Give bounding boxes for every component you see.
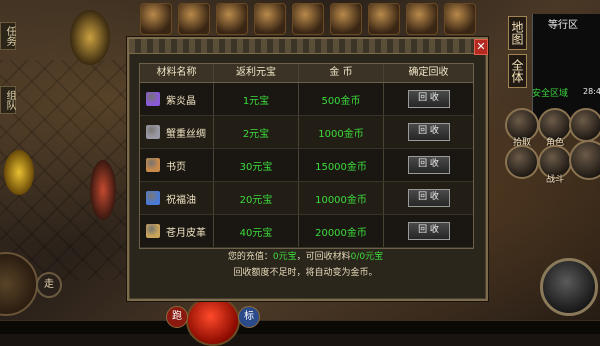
recycle-cell: 回 收 xyxy=(384,83,473,115)
skill-slot-button[interactable] xyxy=(505,145,539,179)
attack-button[interactable] xyxy=(540,258,598,316)
blessing-oil-icon xyxy=(146,191,160,205)
minimap-coordinates: 28:4 xyxy=(583,87,600,96)
bottom-status-bar xyxy=(0,320,600,334)
role-button[interactable]: 角色 xyxy=(538,108,572,148)
hp-orb xyxy=(186,296,240,346)
header-confirm-recycle: 确定回收 xyxy=(408,67,449,78)
recycle-cell: 回 收 xyxy=(384,182,473,214)
book-page-icon xyxy=(146,158,160,172)
recycle-footer: 您的充值：0元宝，可回收材料0/0元宝 回收额度不足时，将自动变为金币。 xyxy=(139,249,472,289)
material-cell: 紫炎晶 xyxy=(140,83,214,115)
panel-ornament xyxy=(129,39,486,54)
gold-value: 10000金币 xyxy=(299,182,384,214)
close-button[interactable]: ✕ xyxy=(474,39,488,55)
gold-value: 15000金币 xyxy=(299,149,384,181)
rebate-value: 2元宝 xyxy=(214,116,299,148)
function-icon[interactable] xyxy=(406,3,438,35)
table-body: 紫炎晶 1元宝 500金币回 收蟹重丝绸 2元宝 1000金币回 收书页 30元宝 1500… xyxy=(140,83,473,248)
npc-character xyxy=(70,10,110,65)
material-cell: 祝福油 xyxy=(140,182,214,214)
material-name: 书页 xyxy=(166,161,186,173)
recycle-table: 材料名称 返利元宝 金 币 确定回收 紫炎晶 1元宝 500金币回 收蟹重丝绸 2元宝… xyxy=(139,63,474,249)
table-row: 蟹重丝绸 2元宝 1000金币 回 收 xyxy=(140,116,473,149)
recycle-cell: 回 收 xyxy=(384,149,473,181)
rebate-value: 30元宝 xyxy=(214,149,299,181)
side-tab-tasks[interactable]: 任务 xyxy=(0,22,16,50)
header-rebate: 返利元宝 xyxy=(214,64,299,82)
header-material-name: 材料名称 xyxy=(140,64,214,82)
recycle-note: 回收额度不足时，将自动变为金币。 xyxy=(233,268,378,278)
material-name: 苍月皮革 xyxy=(166,227,206,239)
material-cell: 蟹重丝绸 xyxy=(140,116,214,148)
function-icon[interactable] xyxy=(368,3,400,35)
combat-label: 战斗 xyxy=(545,175,564,185)
table-row: 书页 30元宝 15000金币 回 收 xyxy=(140,149,473,182)
recycle-cell: 回 收 xyxy=(384,116,473,148)
material-recycle-panel: ✕ 材料名称 返利元宝 金 币 确定回收 紫炎晶 1元宝 500金币回 收蟹重丝绸 2… xyxy=(127,37,488,301)
recharge-summary: 您的充值：0元宝，可回收材料0/0元宝 xyxy=(139,249,472,265)
function-icon[interactable] xyxy=(292,3,324,35)
side-tab-team[interactable]: 组队 xyxy=(0,86,16,114)
function-icon[interactable] xyxy=(330,3,362,35)
silk-icon xyxy=(146,125,160,139)
material-cell: 书页 xyxy=(140,149,214,181)
recharge-label: 您的充值： xyxy=(227,252,273,262)
npc-character xyxy=(4,150,34,195)
run-mode-button[interactable]: 跑 xyxy=(166,306,188,328)
material-name: 祝福油 xyxy=(166,194,196,206)
map-tabs: 地图 全体 xyxy=(508,16,532,92)
recycle-button[interactable]: 回 收 xyxy=(407,222,450,240)
purple-crystal-icon xyxy=(146,92,160,106)
pickup-button[interactable]: 拾取 xyxy=(505,108,539,148)
material-cell: 苍月皮革 xyxy=(140,215,214,247)
tab-map[interactable]: 地图 xyxy=(508,16,527,50)
material-name: 紫炎晶 xyxy=(166,95,196,107)
recycle-value: 0/0元宝 xyxy=(350,252,384,262)
function-icon[interactable] xyxy=(254,3,286,35)
rebate-value: 40元宝 xyxy=(214,215,299,247)
function-icon[interactable] xyxy=(444,3,476,35)
material-name: 蟹重丝绸 xyxy=(166,128,206,140)
recycle-button[interactable]: 回 收 xyxy=(407,123,450,141)
recycle-button[interactable]: 回 收 xyxy=(407,156,450,174)
header-gold: 金 币 xyxy=(299,64,384,82)
table-row: 紫炎晶 1元宝 500金币 回 收 xyxy=(140,83,473,116)
recycle-button[interactable]: 回 收 xyxy=(407,90,450,108)
recharge-value: 0元宝 xyxy=(272,252,297,262)
gold-value: 500金币 xyxy=(299,83,384,115)
recycle-cell: 回 收 xyxy=(384,215,473,247)
walk-button[interactable]: 走 xyxy=(36,272,62,298)
combat-button[interactable]: 战斗 xyxy=(538,145,572,185)
table-row: 祝福油 20元宝 10000金币 回 收 xyxy=(140,182,473,215)
minimap-title: 等行区 xyxy=(548,20,578,31)
recycle-button[interactable]: 回 收 xyxy=(407,189,450,207)
function-icon[interactable] xyxy=(140,3,172,35)
table-row: 苍月皮革 40元宝 20000金币 回 收 xyxy=(140,215,473,248)
rebate-value: 1元宝 xyxy=(214,83,299,115)
table-header: 材料名称 返利元宝 金 币 确定回收 xyxy=(140,64,473,83)
top-function-icons xyxy=(140,0,500,36)
rebate-value: 20元宝 xyxy=(214,182,299,214)
function-icon[interactable] xyxy=(216,3,248,35)
leather-icon xyxy=(146,224,160,238)
recycle-label: ，可回收材料 xyxy=(296,252,351,262)
skill-button[interactable] xyxy=(569,108,600,142)
gold-value: 20000金币 xyxy=(299,215,384,247)
tab-all[interactable]: 全体 xyxy=(508,54,527,88)
gold-value: 1000金币 xyxy=(299,116,384,148)
mark-button[interactable]: 标 xyxy=(238,306,260,328)
minimap-zone-label: 安全区域 xyxy=(532,89,569,99)
function-icon[interactable] xyxy=(178,3,210,35)
npc-character xyxy=(90,160,116,220)
